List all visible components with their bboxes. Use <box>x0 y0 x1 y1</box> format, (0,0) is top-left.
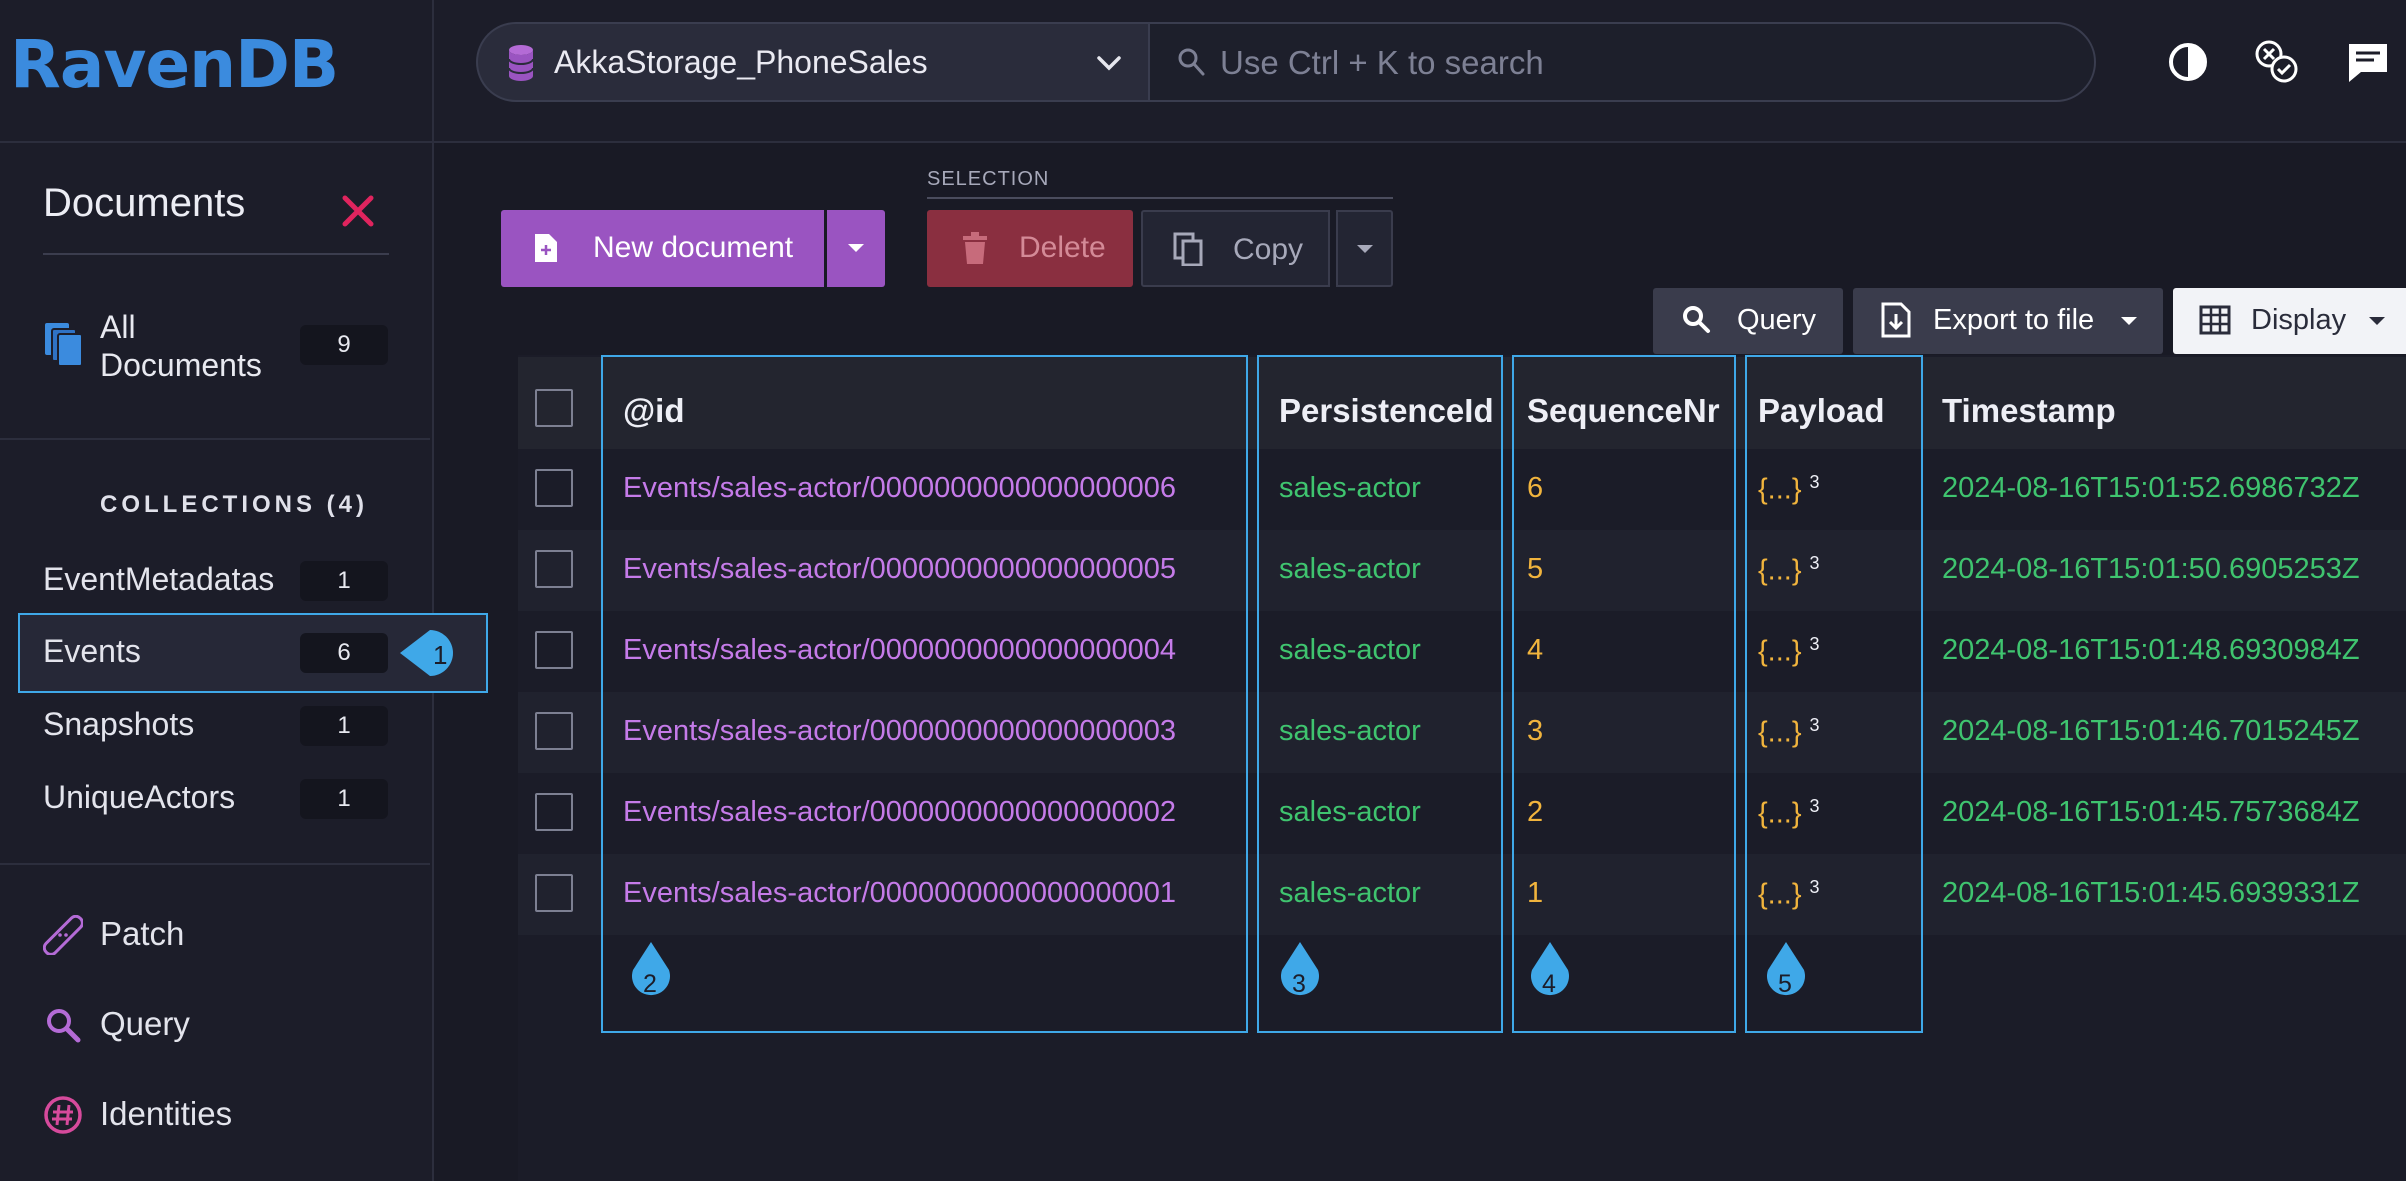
collection-count: 1 <box>300 706 388 746</box>
collection-label: EventMetadatas <box>43 561 275 597</box>
collection-label: Snapshots <box>43 706 195 742</box>
row-checkbox[interactable] <box>535 712 573 750</box>
top-separator <box>432 0 434 141</box>
chevron-down-icon <box>1097 56 1121 71</box>
timestamp-cell: 2024-08-16T15:01:45.6939331Z <box>1942 877 2360 909</box>
collection-count: 1 <box>300 561 388 601</box>
menu-label: Patch <box>100 915 185 952</box>
collection-label: Events <box>43 633 141 669</box>
display-label: Display <box>2251 304 2347 336</box>
collection-count: 1 <box>300 779 388 819</box>
query-label: Query <box>1737 304 1816 336</box>
row-checkbox[interactable] <box>535 469 573 507</box>
timestamp-cell: 2024-08-16T15:01:46.7015245Z <box>1942 715 2360 747</box>
timestamp-cell: 2024-08-16T15:01:45.7573684Z <box>1942 796 2360 828</box>
new-file-icon <box>535 234 557 262</box>
selection-label: SELECTION <box>927 168 1050 190</box>
timestamp-cell: 2024-08-16T15:01:50.6905253Z <box>1942 553 2360 585</box>
sidebar-title-divider <box>43 253 389 255</box>
row-checkbox[interactable] <box>535 550 573 588</box>
close-icon[interactable] <box>340 193 376 229</box>
export-button[interactable]: Export to file <box>1853 288 2163 354</box>
ravendb-logo[interactable]: RavenDB <box>10 26 340 106</box>
sidebar-divider <box>0 863 430 865</box>
caret-down-icon <box>2121 317 2137 325</box>
sidebar-title: Documents <box>43 181 246 225</box>
copy-dropdown[interactable] <box>1336 210 1393 287</box>
search-icon <box>1683 306 1710 333</box>
trash-icon <box>963 232 987 264</box>
menu-label: Identities <box>100 1095 233 1132</box>
sidebar: Documents All Documents 9 COLLECTIONS (4… <box>0 143 488 1181</box>
column-header-timestamp[interactable]: Timestamp <box>1942 392 2116 430</box>
new-document-label: New document <box>593 231 794 264</box>
annotation-number: 4 <box>1542 970 1556 998</box>
query-button[interactable]: Query <box>1653 288 1843 354</box>
cluster-status-icon[interactable] <box>2252 38 2300 86</box>
logo-text: RavenDB <box>10 26 339 103</box>
query-icon <box>47 1009 81 1043</box>
row-checkbox[interactable] <box>535 874 573 912</box>
documents-icon <box>45 323 83 367</box>
caret-down-icon <box>1357 245 1373 253</box>
search-icon <box>1178 48 1205 76</box>
caret-down-icon <box>2369 317 2385 325</box>
highlight-column-sequencenr <box>1512 355 1736 1033</box>
delete-label: Delete <box>1019 231 1106 264</box>
export-label: Export to file <box>1933 304 2095 336</box>
collection-label: UniqueActors <box>43 779 236 815</box>
annotation-number: 5 <box>1778 970 1792 998</box>
delete-button[interactable]: Delete <box>927 210 1133 287</box>
all-documents-count: 9 <box>300 325 388 365</box>
copy-button[interactable]: Copy <box>1141 210 1330 287</box>
identities-icon <box>44 1096 82 1134</box>
export-file-icon <box>1881 302 1911 338</box>
search-placeholder: Use Ctrl + K to search <box>1220 44 1544 81</box>
copy-label: Copy <box>1233 233 1304 266</box>
timestamp-cell: 2024-08-16T15:01:52.6986732Z <box>1942 472 2360 504</box>
collections-header: COLLECTIONS (4) <box>100 491 368 518</box>
annotation-number: 3 <box>1292 970 1306 998</box>
table-icon <box>2199 305 2231 335</box>
database-selector[interactable]: AkkaStorage_PhoneSales <box>476 22 1148 102</box>
row-checkbox[interactable] <box>535 793 573 831</box>
selection-divider <box>927 197 1393 199</box>
highlight-column-id <box>601 355 1248 1033</box>
all-documents-label: All Documents <box>100 309 262 383</box>
caret-down-icon <box>848 244 864 252</box>
collection-count: 6 <box>300 633 388 673</box>
database-icon <box>508 45 534 81</box>
menu-label: Query <box>100 1005 190 1042</box>
highlight-column-payload <box>1745 355 1923 1033</box>
new-document-button[interactable]: New document <box>501 210 824 287</box>
row-checkbox[interactable] <box>535 631 573 669</box>
patch-icon <box>43 915 83 955</box>
highlight-column-persistenceid <box>1257 355 1503 1033</box>
theme-toggle-icon[interactable] <box>2164 38 2212 86</box>
notifications-icon[interactable] <box>2344 38 2392 86</box>
copy-icon <box>1173 232 1203 266</box>
timestamp-cell: 2024-08-16T15:01:48.6930984Z <box>1942 634 2360 666</box>
annotation-number: 1 <box>433 640 448 670</box>
search-input[interactable]: Use Ctrl + K to search <box>1148 22 2096 102</box>
select-all-checkbox[interactable] <box>535 389 573 427</box>
new-document-dropdown[interactable] <box>827 210 885 287</box>
display-button[interactable]: Display <box>2173 288 2406 354</box>
sidebar-divider <box>0 438 430 440</box>
database-name: AkkaStorage_PhoneSales <box>554 44 928 80</box>
annotation-number: 2 <box>643 970 657 998</box>
